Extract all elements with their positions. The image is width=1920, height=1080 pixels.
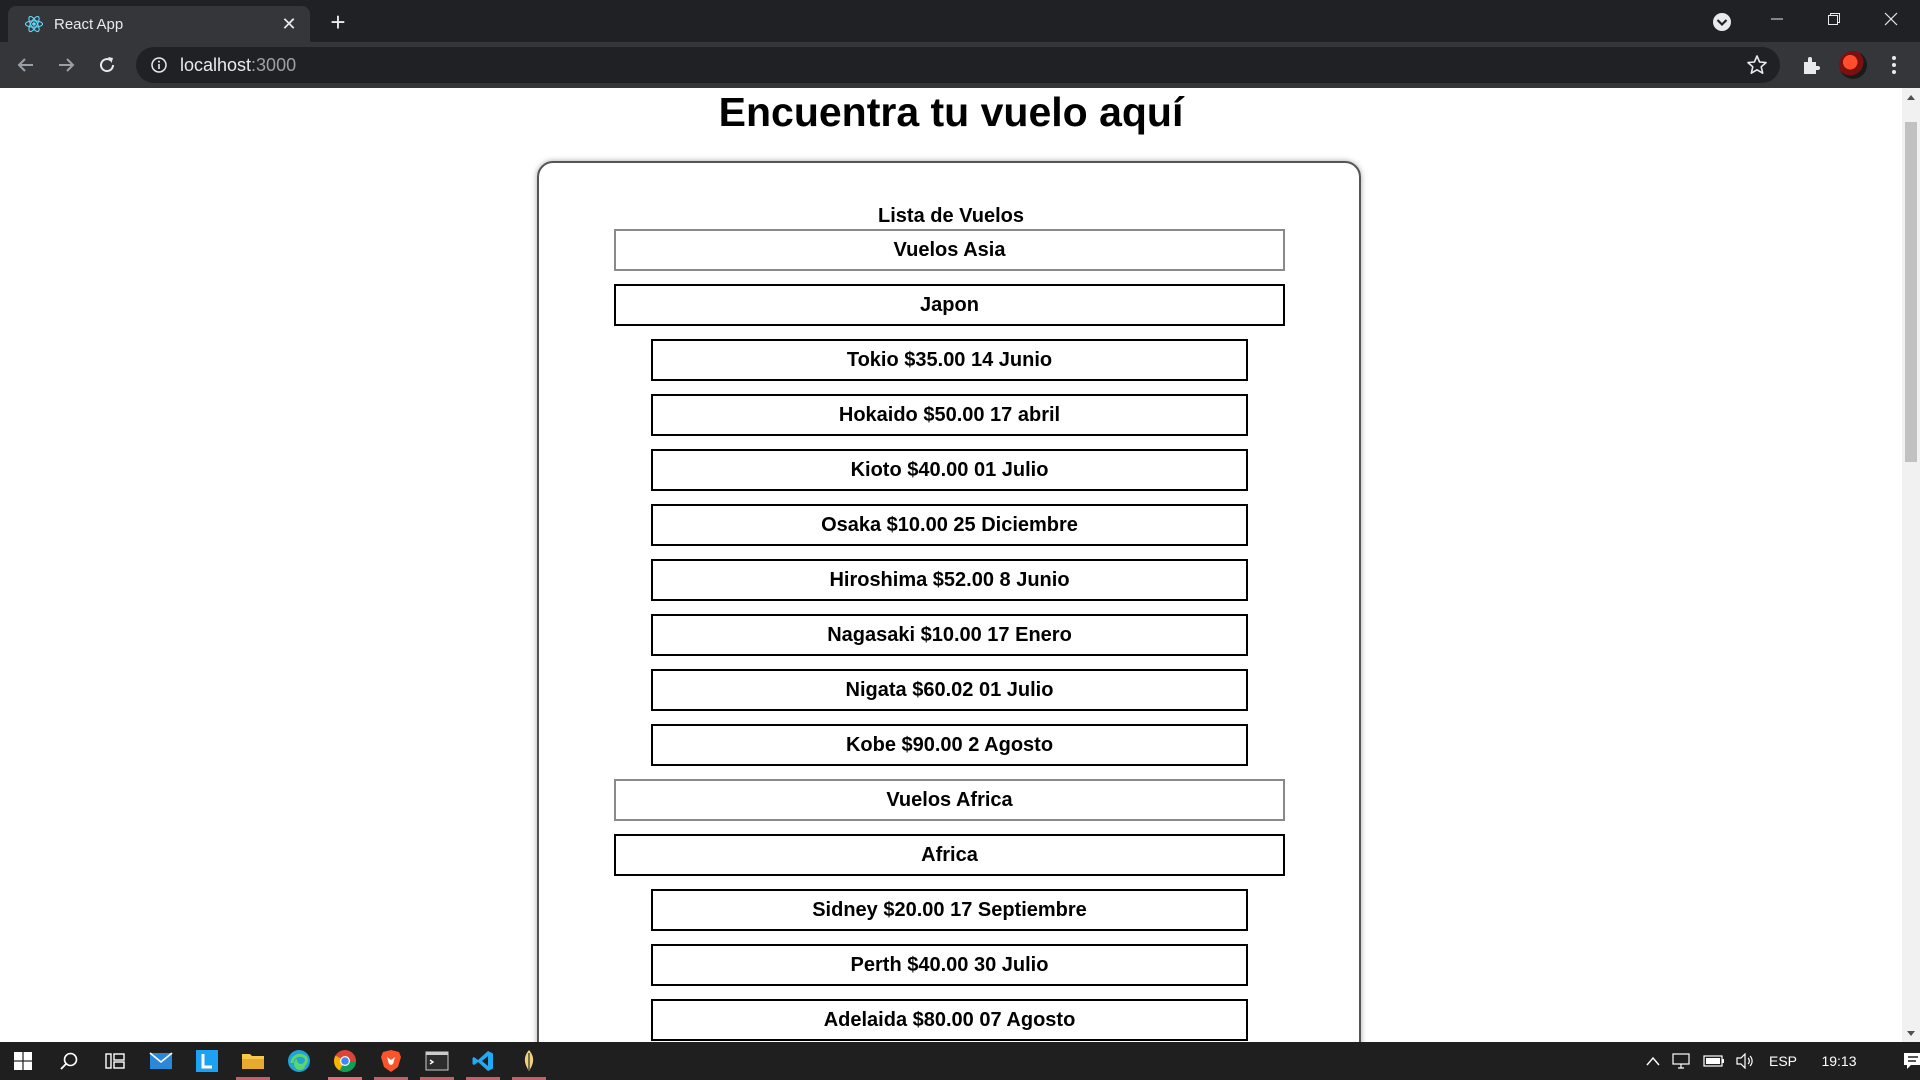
flight-item[interactable]: Hiroshima $52.00 8 Junio	[651, 559, 1248, 601]
profile-avatar[interactable]	[1837, 49, 1869, 81]
scroll-down-arrow-icon[interactable]	[1902, 1025, 1920, 1042]
page-title: Encuentra tu vuelo aquí	[718, 89, 1184, 135]
scroll-up-arrow-icon[interactable]	[1902, 88, 1920, 105]
country-button[interactable]: Japon	[614, 284, 1285, 326]
flight-item[interactable]: Nagasaki $10.00 17 Enero	[651, 614, 1248, 656]
region-header[interactable]: Vuelos Asia	[614, 229, 1285, 271]
extensions-icon[interactable]	[1795, 49, 1827, 81]
close-icon	[1884, 12, 1898, 26]
flight-item[interactable]: Kioto $40.00 01 Julio	[651, 449, 1248, 491]
page-viewport: Encuentra tu vuelo aquí Lista de Vuelos …	[0, 88, 1902, 1042]
back-button[interactable]	[10, 49, 42, 81]
battery-icon[interactable]	[1698, 1055, 1730, 1067]
volume-icon[interactable]	[1730, 1053, 1760, 1069]
windows-start-icon[interactable]	[0, 1042, 46, 1080]
task-view-icon[interactable]	[92, 1042, 138, 1080]
menu-icon[interactable]	[1878, 49, 1910, 81]
mail-icon[interactable]	[138, 1042, 184, 1080]
flight-item[interactable]: Kobe $90.00 2 Agosto	[651, 724, 1248, 766]
tab-title: React App	[54, 15, 124, 33]
flight-item[interactable]: Adelaida $80.00 07 Agosto	[651, 999, 1248, 1041]
restore-button[interactable]	[1805, 0, 1863, 38]
mongodb-compass-icon[interactable]	[506, 1042, 552, 1080]
close-window-button[interactable]	[1862, 0, 1920, 38]
browser-titlebar: React App ✕ +	[0, 0, 1920, 42]
system-tray: ESP 19:13	[1640, 1042, 1920, 1080]
avatar-image	[1839, 51, 1867, 79]
region-header[interactable]: Vuelos Africa	[614, 779, 1285, 821]
url-port: :3000	[251, 54, 297, 75]
chrome-icon[interactable]	[322, 1042, 368, 1080]
language-indicator[interactable]: ESP	[1760, 1053, 1806, 1069]
flight-item[interactable]: Nigata $60.02 01 Julio	[651, 669, 1248, 711]
flight-item[interactable]: Hokaido $50.00 17 abril	[651, 394, 1248, 436]
minimize-icon	[1771, 18, 1783, 20]
scrollbar-thumb[interactable]	[1905, 122, 1917, 462]
restore-icon	[1828, 13, 1840, 25]
vertical-scrollbar[interactable]	[1902, 88, 1920, 1042]
file-explorer-icon[interactable]	[230, 1042, 276, 1080]
reload-button[interactable]	[91, 49, 123, 81]
tab-close-icon[interactable]: ✕	[278, 13, 300, 35]
minimize-button[interactable]	[1748, 0, 1806, 38]
flight-item[interactable]: Osaka $10.00 25 Diciembre	[651, 504, 1248, 546]
clock[interactable]: 19:13	[1806, 1053, 1872, 1069]
new-tab-button[interactable]: +	[322, 6, 354, 38]
windows-taskbar: ESP 19:13	[0, 1042, 1920, 1080]
browser-tab[interactable]: React App ✕	[8, 6, 310, 42]
react-favicon-icon	[24, 14, 44, 34]
list-heading: Lista de Vuelos	[878, 205, 1024, 227]
flight-item[interactable]: Tokio $35.00 14 Junio	[651, 339, 1248, 381]
site-info-icon[interactable]	[150, 56, 168, 74]
edge-icon[interactable]	[276, 1042, 322, 1080]
brave-icon[interactable]	[368, 1042, 414, 1080]
tab-search-icon[interactable]	[1710, 10, 1734, 34]
terminal-icon[interactable]	[414, 1042, 460, 1080]
chevron-up-icon[interactable]	[1640, 1056, 1666, 1066]
bookmark-star-icon[interactable]	[1746, 54, 1768, 76]
l-app-icon[interactable]	[184, 1042, 230, 1080]
browser-toolbar: localhost:3000	[0, 42, 1920, 88]
forward-button[interactable]	[50, 49, 82, 81]
notifications-icon[interactable]	[1890, 1052, 1920, 1070]
vscode-icon[interactable]	[460, 1042, 506, 1080]
country-button[interactable]: Africa	[614, 834, 1285, 876]
forward-icon	[59, 58, 75, 72]
flight-item[interactable]: Perth $40.00 30 Julio	[651, 944, 1248, 986]
url-host: localhost	[180, 54, 252, 75]
reload-icon	[100, 57, 115, 73]
back-icon	[17, 58, 33, 72]
flight-item[interactable]: Sidney $20.00 17 Septiembre	[651, 889, 1248, 931]
search-icon[interactable]	[46, 1042, 92, 1080]
address-bar[interactable]: localhost:3000	[136, 47, 1780, 83]
network-icon[interactable]	[1666, 1053, 1698, 1069]
